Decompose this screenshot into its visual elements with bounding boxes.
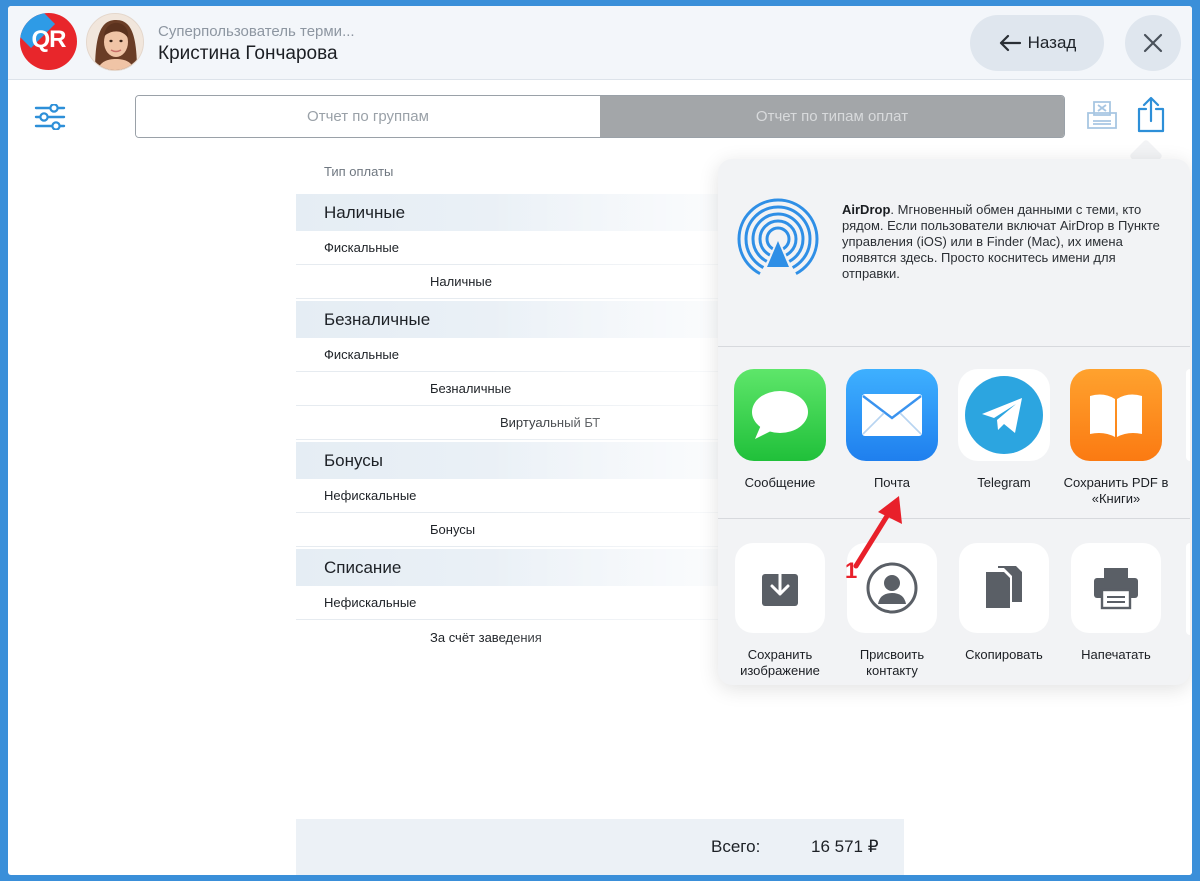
share-action-save-image[interactable]: Сохранить изображение [726,543,834,679]
action-label: Присвоить контакту [859,647,925,678]
more-apps-edge [1186,369,1190,461]
avatar[interactable] [86,13,144,71]
telegram-icon [958,369,1050,461]
back-button[interactable]: Назад [970,15,1104,71]
app-window: QR Суперпользователь терми... Кристина Г… [8,6,1192,875]
more-actions-edge [1186,543,1190,635]
app-label: Telegram [977,475,1031,490]
share-app-messages[interactable]: Сообщение [726,369,834,491]
save-image-icon [735,543,825,633]
airdrop-body: . Мгновенный обмен данными с теми, кто р… [842,202,1160,281]
mail-icon [846,369,938,461]
action-label: Сохранить изображение [740,647,820,678]
share-app-books[interactable]: Сохранить PDF в «Книги» [1062,369,1170,507]
tab-payment-types-report[interactable]: Отчет по типам оплат [600,96,1064,137]
report-type-switch: Отчет по группам Отчет по типам оплат [135,95,1065,138]
airdrop-icon[interactable] [736,197,820,281]
close-icon [1143,33,1163,53]
app-label: Почта [873,475,911,490]
action-label: Напечатать [1081,647,1151,662]
total-label: Всего: [711,837,761,856]
back-button-label: Назад [1027,33,1077,52]
action-label: Скопировать [965,647,1043,662]
user-name: Кристина Гончарова [158,43,338,64]
close-button[interactable] [1125,15,1181,71]
annotation-number: 1 [845,558,858,583]
tab-groups-report[interactable]: Отчет по группам [136,96,600,137]
airdrop-title: AirDrop [842,202,891,217]
total-value: 16 571 ₽ [811,837,879,856]
messages-icon [734,369,826,461]
share-action-print[interactable]: Напечатать [1062,543,1170,663]
arrow-left-icon [999,34,1021,52]
books-icon [1070,369,1162,461]
receipt-printer-icon[interactable] [1085,99,1119,133]
logo-text: QR [31,26,67,53]
qr-logo: QR [20,13,77,70]
share-app-telegram[interactable]: Telegram [950,369,1058,491]
column-header-payment-type: Тип оплаты [324,164,394,179]
share-app-mail[interactable]: Почта [838,369,946,491]
user-role: Суперпользователь терми... [158,23,355,40]
share-icon[interactable] [1136,96,1166,134]
app-label: Сохранить PDF в «Книги» [1063,475,1169,506]
top-bar: QR Суперпользователь терми... Кристина Г… [8,6,1192,80]
filter-settings-icon[interactable] [34,103,66,131]
app-label: Сообщение [744,475,816,490]
share-sheet: AirDrop. Мгновенный обмен данными с теми… [718,159,1190,685]
airdrop-description: AirDrop. Мгновенный обмен данными с теми… [842,202,1172,282]
share-action-copy[interactable]: Скопировать [950,543,1058,663]
report-total-bar: Всего: 16 571 ₽ [296,819,904,875]
copy-icon [959,543,1049,633]
print-icon [1071,543,1161,633]
